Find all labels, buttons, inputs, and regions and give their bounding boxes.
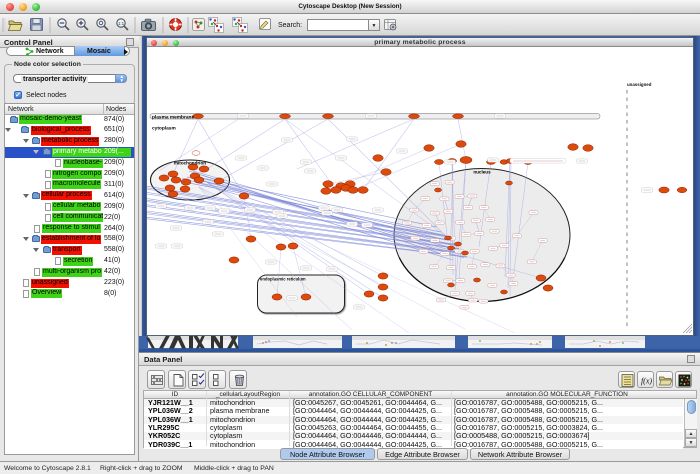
svg-text:mitochondrion: mitochondrion (174, 161, 206, 166)
svg-text:endoplasmic reticulum: endoplasmic reticulum (260, 277, 306, 282)
svg-text:nucleus: nucleus (473, 170, 491, 175)
svg-text:1:1: 1:1 (118, 21, 125, 26)
svg-text:cytoplasm: cytoplasm (152, 126, 176, 132)
svg-text:f(x): f(x) (641, 377, 652, 386)
svg-text:unassigned: unassigned (627, 82, 652, 87)
svg-text:plasma membrane: plasma membrane (152, 115, 194, 121)
